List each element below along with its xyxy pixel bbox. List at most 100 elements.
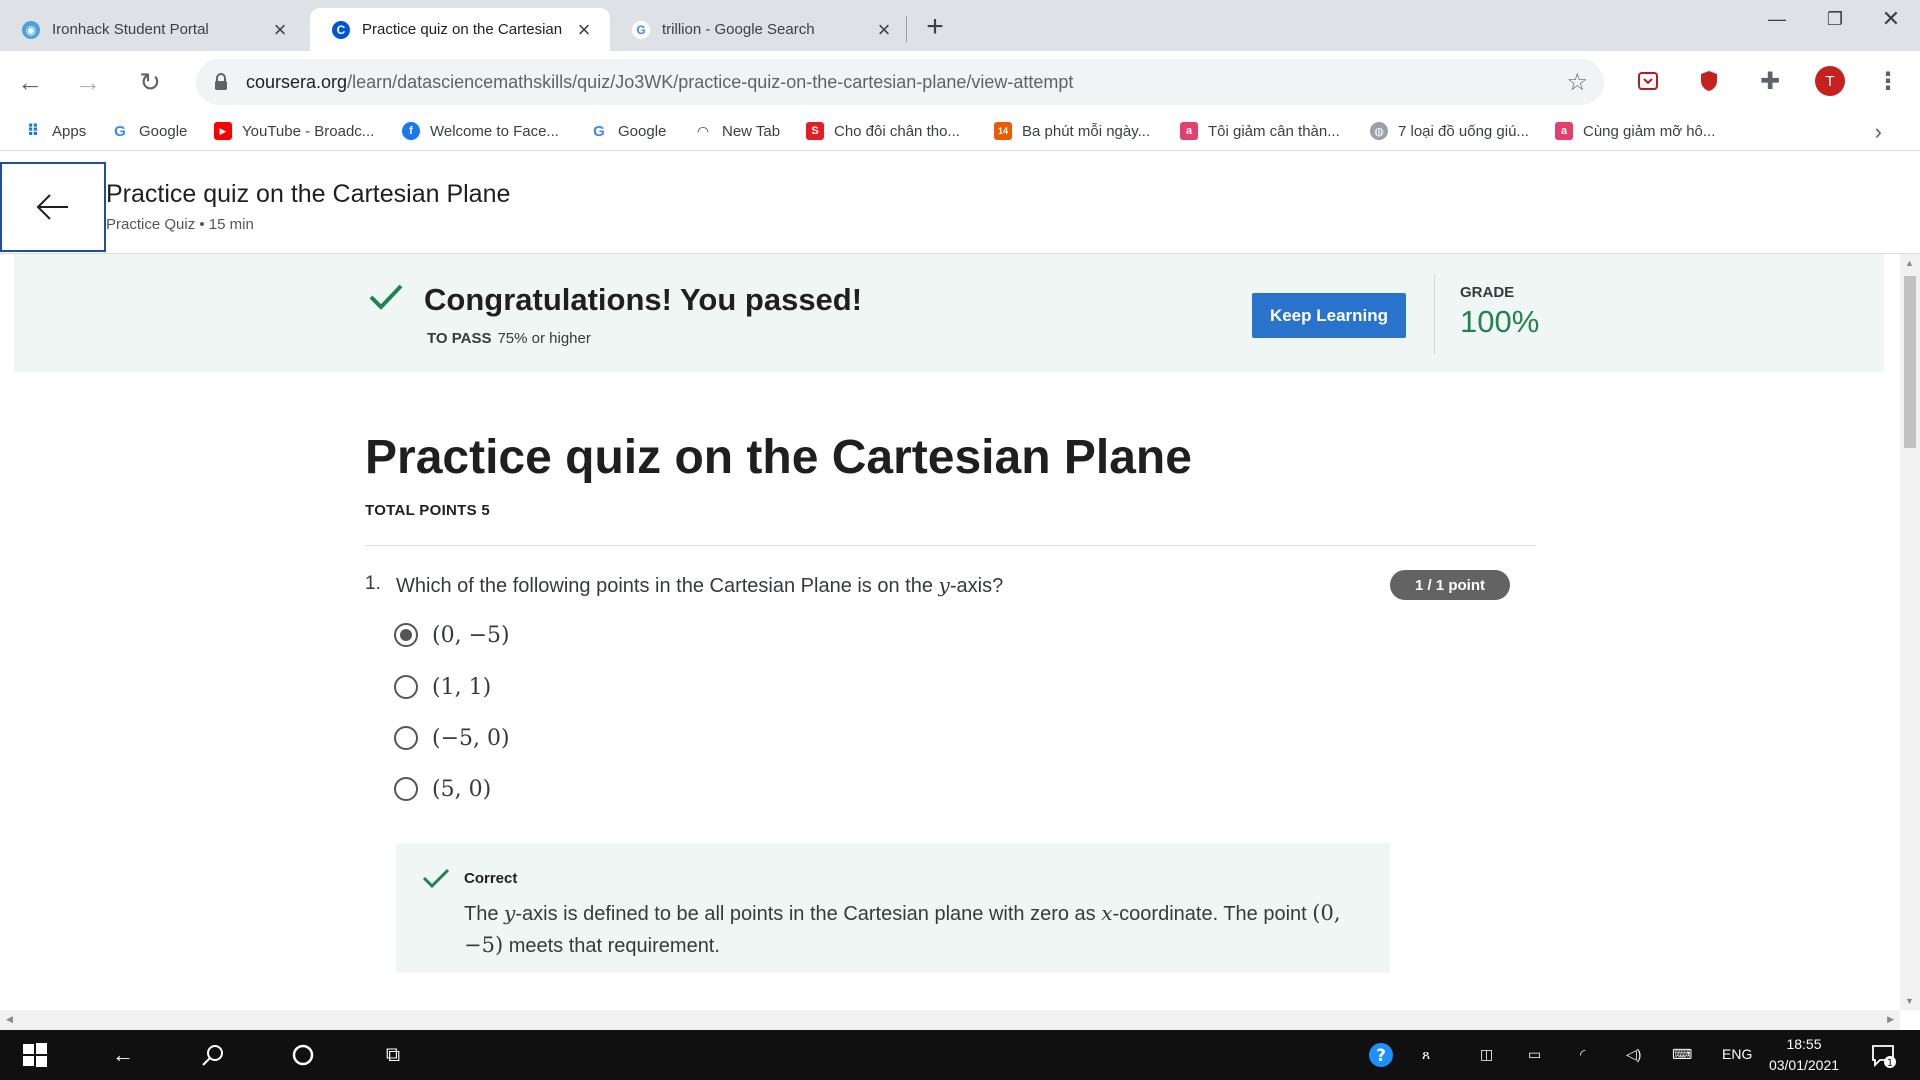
arrow-left-icon	[36, 194, 68, 220]
restore-icon[interactable]: ❐	[1806, 0, 1864, 38]
14-icon: 14	[994, 122, 1012, 140]
bookmark-youtube[interactable]: ▶ YouTube - Broadc...	[214, 120, 374, 142]
scroll-up-icon[interactable]: ▲	[1905, 258, 1914, 268]
radio-icon[interactable]	[394, 726, 418, 750]
bookmark-google-2[interactable]: G Google	[590, 120, 666, 142]
checkmark-icon	[422, 868, 450, 889]
address-bar[interactable]: coursera.org/learn/datasciencemathskills…	[196, 59, 1604, 105]
bookmarks-bar: ⠿ Apps G Google ▶ YouTube - Broadc... f …	[0, 111, 1920, 151]
bookmark-7-loai[interactable]: ◍ 7 loại đồ uống giú...	[1370, 120, 1529, 142]
tab-title: Ironhack Student Portal	[52, 21, 209, 38]
header-subtitle: Practice Quiz • 15 min	[106, 216, 254, 233]
bookmark-label: Cho đôi chân tho...	[834, 122, 960, 140]
scrollbar-thumb[interactable]	[1904, 276, 1916, 448]
radio-selected-icon[interactable]	[394, 623, 418, 647]
bookmark-new-tab[interactable]: ◠ New Tab	[694, 120, 780, 142]
minimize-icon[interactable]: —	[1748, 0, 1806, 38]
extension-pocket-icon[interactable]	[1634, 67, 1662, 95]
answer-option[interactable]: (0, −5)	[394, 620, 510, 650]
scroll-left-icon[interactable]: ◀	[6, 1014, 13, 1025]
tab-title: trillion - Google Search	[662, 21, 815, 38]
bookmark-cho-doi-chan[interactable]: S Cho đôi chân tho...	[806, 120, 960, 142]
vertical-scrollbar[interactable]: ▲ ▼	[1900, 254, 1920, 1010]
lock-icon	[214, 73, 228, 91]
answer-option[interactable]: (−5, 0)	[394, 723, 510, 753]
task-view-icon[interactable]: ⧉	[378, 1040, 408, 1070]
question-text: Which of the following points in the Car…	[396, 573, 1004, 597]
svg-text:?: ?	[1376, 1046, 1386, 1066]
apps-grid-icon: ⠿	[26, 123, 40, 140]
keep-learning-button[interactable]: Keep Learning	[1252, 293, 1406, 338]
windows-start-icon[interactable]	[20, 1040, 50, 1070]
answer-feedback: Correct The y-axis is defined to be all …	[396, 843, 1390, 973]
reload-icon[interactable]: ↻	[132, 64, 168, 100]
bookmark-label: New Tab	[722, 122, 781, 140]
scroll-right-icon[interactable]: ▶	[1887, 1014, 1894, 1025]
bookmark-apps[interactable]: ⠿ Apps	[24, 120, 86, 142]
bookmark-facebook[interactable]: f Welcome to Face...	[402, 120, 559, 142]
close-tab-icon[interactable]: ×	[572, 17, 596, 42]
notifications-icon[interactable]: 1	[1868, 1040, 1898, 1070]
profile-avatar[interactable]: T	[1815, 66, 1845, 96]
cortana-icon[interactable]	[288, 1040, 318, 1070]
menu-kebab-icon[interactable]: ⋮	[1876, 64, 1900, 98]
system-clock[interactable]: 18:55 03/01/2021	[1760, 1034, 1848, 1076]
bookmark-toi-giam-can[interactable]: a Tôi giảm cân thàn...	[1180, 120, 1340, 142]
checkmark-icon	[369, 284, 403, 310]
radio-icon[interactable]	[394, 675, 418, 699]
clock-time: 18:55	[1786, 1036, 1822, 1052]
bookmark-cung-giam-mo[interactable]: a Cùng giảm mỡ hô...	[1555, 120, 1715, 142]
horizontal-scrollbar[interactable]: ◀ ▶	[0, 1010, 1900, 1030]
new-tab-button[interactable]: +	[918, 10, 952, 44]
svg-text:1: 1	[1887, 1058, 1893, 1068]
device-icon[interactable]: ◫	[1480, 1046, 1493, 1063]
tab-google-search[interactable]: G trillion - Google Search ×	[610, 8, 910, 51]
keyboard-icon[interactable]: ⌨	[1672, 1046, 1692, 1063]
back-arrow-icon[interactable]: ←	[12, 64, 48, 100]
bookmark-label: Cùng giảm mỡ hô...	[1583, 122, 1716, 140]
google-icon: G	[114, 122, 126, 140]
search-icon[interactable]	[198, 1040, 228, 1070]
tab-strip: ◉ Ironhack Student Portal × C Practice q…	[0, 0, 1920, 51]
answer-option[interactable]: (1, 1)	[394, 672, 491, 702]
question-number: 1.	[365, 573, 381, 594]
forward-arrow-icon[interactable]: →	[70, 64, 106, 100]
divider	[365, 545, 1536, 546]
close-window-icon[interactable]: ✕	[1862, 0, 1920, 38]
bookmark-ba-phut[interactable]: 14 Ba phút mỗi ngày...	[994, 120, 1150, 142]
ironhack-favicon-icon: ◉	[22, 20, 40, 39]
tab-title: Practice quiz on the Cartesian Plane | C…	[362, 21, 564, 38]
tab-separator	[906, 16, 907, 42]
wifi-icon[interactable]: ◜	[1580, 1046, 1585, 1063]
option-label: (−5, 0)	[432, 725, 510, 751]
scroll-down-icon[interactable]: ▼	[1905, 996, 1914, 1006]
radio-icon[interactable]	[394, 777, 418, 801]
chevron-right-icon[interactable]: ›	[1875, 119, 1882, 145]
bookmark-star-icon[interactable]: ☆	[1566, 68, 1588, 97]
a-icon: a	[1180, 122, 1198, 140]
s-icon: S	[806, 122, 824, 140]
people-icon[interactable]: ጸ	[1422, 1046, 1430, 1063]
pass-banner: Congratulations! You passed! TO PASS 75% …	[14, 254, 1884, 372]
extensions-puzzle-icon[interactable]: ✚	[1756, 67, 1784, 95]
language-indicator[interactable]: ENG	[1722, 1046, 1752, 1062]
browser-toolbar: ← → ↻ coursera.org/learn/datasciencemath…	[0, 51, 1920, 111]
bookmark-label: 7 loại đồ uống giú...	[1398, 122, 1529, 140]
back-arrow-icon[interactable]: ←	[108, 1040, 138, 1070]
volume-icon[interactable]: ◁)	[1626, 1046, 1641, 1063]
back-button[interactable]	[0, 162, 106, 252]
tab-ironhack[interactable]: ◉ Ironhack Student Portal ×	[0, 8, 306, 51]
help-icon[interactable]: ?	[1366, 1040, 1396, 1070]
close-tab-icon[interactable]: ×	[268, 17, 292, 42]
battery-icon[interactable]: ▭	[1528, 1046, 1541, 1063]
bookmark-label: Apps	[52, 122, 87, 140]
bookmark-google[interactable]: G Google	[111, 120, 187, 142]
close-tab-icon[interactable]: ×	[872, 17, 896, 42]
header-title: Practice quiz on the Cartesian Plane	[106, 180, 511, 208]
answer-option[interactable]: (5, 0)	[394, 774, 491, 804]
extension-shield-icon[interactable]	[1695, 67, 1723, 95]
option-label: (0, −5)	[432, 622, 510, 648]
tab-coursera-quiz[interactable]: C Practice quiz on the Cartesian Plane |…	[310, 8, 610, 51]
divider	[1434, 274, 1435, 354]
grade-value: 100%	[1460, 304, 1540, 339]
